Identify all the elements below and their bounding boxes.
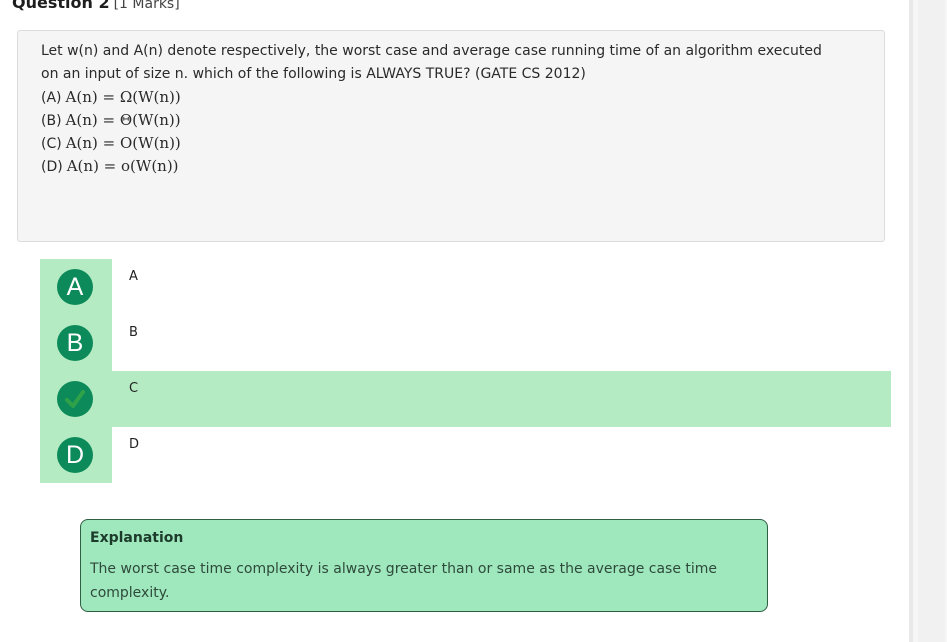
explanation-box: Explanation The worst case time complexi… bbox=[80, 519, 768, 612]
question-number: Question 2 bbox=[12, 0, 110, 12]
explanation-title: Explanation bbox=[90, 530, 184, 546]
check-mark-svg bbox=[65, 390, 85, 408]
statement-label: (A) bbox=[41, 90, 62, 106]
option-a-badge: A bbox=[57, 269, 93, 305]
question-text-block: Let w(n) and A(n) denote respectively, t… bbox=[41, 40, 841, 178]
question-text: Let w(n) and A(n) denote respectively, t… bbox=[41, 43, 822, 82]
statement-label: (B) bbox=[41, 113, 62, 129]
option-c-text: C bbox=[129, 381, 139, 396]
option-c[interactable]: C bbox=[40, 371, 891, 427]
option-d-text: D bbox=[129, 437, 140, 452]
option-a-text: A bbox=[129, 269, 138, 284]
option-b-text: B bbox=[129, 325, 138, 340]
option-d[interactable]: D D bbox=[40, 427, 891, 483]
statement-c: (C) A(n) = O(W(n)) bbox=[41, 132, 841, 155]
statement-math: A(n) = Ω(W(n)) bbox=[65, 88, 181, 106]
question-marks: [1 Marks] bbox=[113, 0, 180, 12]
option-a[interactable]: A A bbox=[40, 259, 891, 315]
statement-label: (D) bbox=[41, 159, 63, 175]
statement-a: (A) A(n) = Ω(W(n)) bbox=[41, 86, 841, 109]
check-icon bbox=[57, 381, 93, 417]
option-d-badge: D bbox=[57, 437, 93, 473]
explanation-body: The worst case time complexity is always… bbox=[90, 561, 718, 601]
scrollbar-thumb[interactable] bbox=[918, 0, 945, 642]
statement-label: (C) bbox=[41, 136, 62, 152]
statement-b: (B) A(n) = Θ(W(n)) bbox=[41, 109, 841, 132]
statement-d: (D) A(n) = o(W(n)) bbox=[41, 155, 841, 178]
question-title: Question 2 [1 Marks] bbox=[12, 0, 180, 12]
statement-math: A(n) = Θ(W(n)) bbox=[65, 111, 181, 129]
statement-math: A(n) = O(W(n)) bbox=[65, 134, 181, 152]
statement-math: A(n) = o(W(n)) bbox=[66, 157, 179, 175]
option-b[interactable]: B B bbox=[40, 315, 891, 371]
option-b-badge: B bbox=[57, 325, 93, 361]
